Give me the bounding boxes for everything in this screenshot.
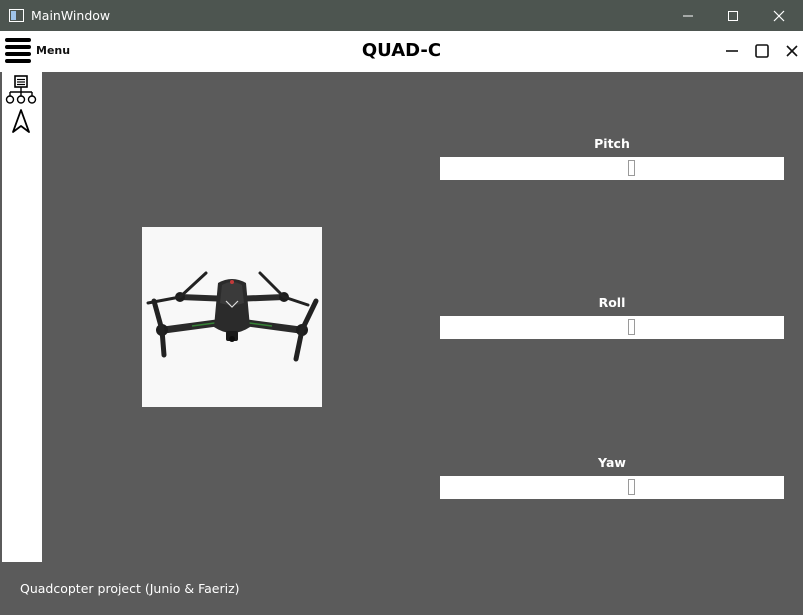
pitch-label: Pitch [594, 136, 630, 151]
yaw-value [628, 479, 635, 495]
app-title: QUAD-C [361, 40, 442, 61]
pitch-value [628, 160, 635, 176]
roll-value [628, 319, 635, 335]
org-chart-icon[interactable] [5, 75, 37, 105]
drone-image [142, 227, 322, 407]
yaw-field[interactable] [440, 476, 784, 499]
minimize-icon [683, 15, 693, 17]
window-close-button[interactable] [756, 0, 802, 31]
quadcopter-image [142, 227, 322, 407]
app-header: Menu QUAD-C [0, 31, 803, 72]
close-icon [773, 10, 785, 22]
minimize-icon[interactable] [722, 41, 742, 61]
roll-label: Roll [598, 295, 626, 310]
window-maximize-button[interactable] [710, 0, 756, 31]
maximize-icon[interactable] [752, 41, 772, 61]
footer-text: Quadcopter project (Junio & Faeriz) [20, 581, 240, 596]
close-icon[interactable] [782, 41, 802, 61]
roll-field[interactable] [440, 316, 784, 339]
app-window-icon [9, 9, 24, 22]
pitch-field[interactable] [440, 157, 784, 180]
window-title: MainWindow [31, 8, 111, 23]
sidebar [2, 72, 42, 562]
window-minimize-button[interactable] [665, 0, 711, 31]
maximize-icon [728, 11, 738, 21]
yaw-label: Yaw [598, 455, 626, 470]
window-titlebar: MainWindow [0, 0, 803, 31]
navigation-arrow-icon[interactable] [5, 107, 37, 137]
